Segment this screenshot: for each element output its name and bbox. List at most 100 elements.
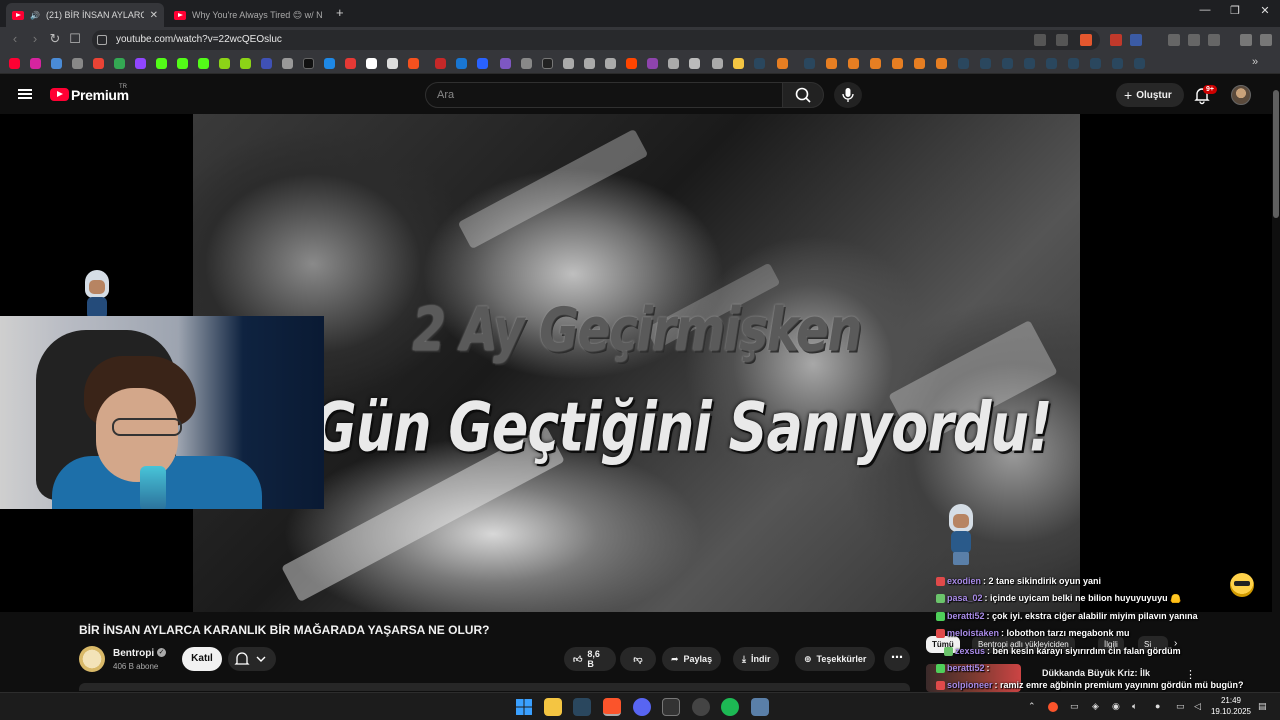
bookmark-icon[interactable] [584, 58, 595, 69]
bookmark-icon[interactable] [324, 58, 335, 69]
bookmark-icon[interactable] [668, 58, 679, 69]
subscription-bell-button[interactable] [228, 647, 276, 671]
extension-icon[interactable] [1168, 34, 1180, 46]
bookmark-icon[interactable] [408, 58, 419, 69]
bookmark-icon[interactable] [72, 58, 83, 69]
youtube-logo-icon[interactable] [50, 88, 69, 101]
channel-avatar[interactable] [79, 646, 105, 672]
network-icon[interactable]: ▭ [1176, 701, 1185, 712]
bookmark-icon[interactable] [477, 58, 488, 69]
search-button[interactable] [782, 82, 824, 108]
x-bookmark-icon[interactable] [303, 58, 314, 69]
steam-bookmark-icon[interactable] [1046, 58, 1057, 69]
bookmark-icon[interactable] [689, 58, 700, 69]
obs-icon[interactable] [692, 698, 710, 716]
scrollbar-thumb[interactable] [1273, 90, 1279, 218]
steam-bookmark-icon[interactable] [980, 58, 991, 69]
bookmark-icon[interactable] [366, 58, 377, 69]
new-tab-button[interactable]: + [336, 5, 344, 20]
bookmark-icon[interactable] [936, 58, 947, 69]
bookmark-icon[interactable] [605, 58, 616, 69]
dislike-button[interactable]: 👎︎ [620, 647, 656, 671]
speaker-icon[interactable]: ◁ [1194, 701, 1201, 712]
app-icon[interactable] [751, 698, 769, 716]
steam-bookmark-icon[interactable] [754, 58, 765, 69]
bookmark-icon[interactable] [826, 58, 837, 69]
tray-expand-icon[interactable]: ⌃ [1028, 701, 1036, 712]
kick-bookmark-icon[interactable] [177, 58, 188, 69]
steam-bookmark-icon[interactable] [1134, 58, 1145, 69]
windows-start-icon[interactable] [515, 698, 533, 716]
system-clock[interactable]: 21:49 19.10.2025 [1210, 695, 1252, 717]
instagram-bookmark-icon[interactable] [30, 58, 41, 69]
channel-name[interactable]: Bentropi [113, 648, 154, 659]
search-input[interactable] [425, 82, 783, 108]
like-button[interactable]: 👍︎ 8,6 B [564, 647, 616, 671]
spotify-icon[interactable] [721, 698, 739, 716]
drive-bookmark-icon[interactable] [114, 58, 125, 69]
gmail-bookmark-icon[interactable] [93, 58, 104, 69]
twitch-bookmark-icon[interactable] [135, 58, 146, 69]
kick-bookmark-icon[interactable] [198, 58, 209, 69]
puzzle-icon[interactable] [1188, 34, 1200, 46]
close-window-button[interactable]: ✕ [1250, 4, 1280, 17]
app-icon[interactable] [662, 698, 680, 716]
url-field[interactable]: youtube.com/watch?v=22wcQEOsluc [92, 30, 1100, 50]
bookmark-icon[interactable] [563, 58, 574, 69]
bookmark-icon[interactable] [345, 58, 356, 69]
cast-icon[interactable] [1034, 34, 1046, 46]
bookmark-icon[interactable] [712, 58, 723, 69]
steam-bookmark-icon[interactable] [1002, 58, 1013, 69]
tray-mic-icon[interactable]: ● [1155, 701, 1160, 711]
file-explorer-icon[interactable] [544, 698, 562, 716]
steam-bookmark-icon[interactable] [958, 58, 969, 69]
steam-bookmark-icon[interactable] [1024, 58, 1035, 69]
tab-inactive[interactable]: Why You're Always Tired 😊 w/ Neil [168, 3, 328, 27]
tray-app-icon[interactable] [1048, 702, 1058, 712]
reload-icon[interactable]: ↻ [46, 31, 64, 47]
bookmark-icon[interactable] [521, 58, 532, 69]
tray-volume-icon[interactable]: 🔈︎ [1132, 701, 1137, 712]
menu-icon[interactable] [1260, 34, 1272, 46]
bookmark-icon[interactable] [51, 58, 62, 69]
kick-bookmark-icon[interactable] [156, 58, 167, 69]
close-tab-icon[interactable]: ✕ [150, 10, 158, 21]
join-button[interactable]: Katıl [182, 647, 222, 671]
steam-bookmark-icon[interactable] [1112, 58, 1123, 69]
bookmark-icon[interactable] [282, 58, 293, 69]
bookmark-icon[interactable] [892, 58, 903, 69]
site-settings-icon[interactable] [97, 35, 107, 45]
tab-active[interactable]: 🔊 (21) BİR İNSAN AYLARCA KAR ✕ [6, 3, 164, 27]
bookmark-icon[interactable] [240, 58, 251, 69]
bookmark-icon[interactable]: ☐ [66, 31, 84, 47]
bookmark-icon[interactable] [219, 58, 230, 69]
extension-icon[interactable] [1110, 34, 1122, 46]
bookmark-icon[interactable] [647, 58, 658, 69]
brave-shield-icon[interactable] [1080, 34, 1092, 46]
folder-icon[interactable] [733, 58, 744, 69]
share-icon[interactable] [1056, 34, 1068, 46]
brave-browser-icon[interactable] [603, 698, 621, 716]
reddit-bookmark-icon[interactable] [626, 58, 637, 69]
back-icon[interactable]: ‹ [6, 31, 24, 46]
amazon-bookmark-icon[interactable] [387, 58, 398, 69]
media-icon[interactable] [1240, 34, 1252, 46]
download-button[interactable]: ⤓ İndir [733, 647, 780, 671]
extension-icon[interactable] [1130, 34, 1142, 46]
steam-icon[interactable] [573, 698, 591, 716]
bookmark-icon[interactable] [456, 58, 467, 69]
bookmark-icon[interactable] [261, 58, 272, 69]
sidebar-icon[interactable] [1208, 34, 1220, 46]
account-avatar[interactable] [1231, 85, 1251, 105]
share-button[interactable]: ➦ Paylaş [662, 647, 722, 671]
create-button[interactable]: + Oluştur [1116, 83, 1184, 107]
steam-bookmark-icon[interactable] [1068, 58, 1079, 69]
forward-icon[interactable]: › [26, 31, 44, 46]
steam-bookmark-icon[interactable] [804, 58, 815, 69]
minimize-button[interactable]: — [1190, 4, 1220, 16]
bookmark-icon[interactable] [777, 58, 788, 69]
thanks-button[interactable]: ⊕ Teşekkürler [795, 647, 876, 671]
hamburger-menu-icon[interactable] [18, 89, 32, 99]
tray-app-icon[interactable]: ▭ [1070, 701, 1079, 712]
bookmark-icon[interactable] [848, 58, 859, 69]
